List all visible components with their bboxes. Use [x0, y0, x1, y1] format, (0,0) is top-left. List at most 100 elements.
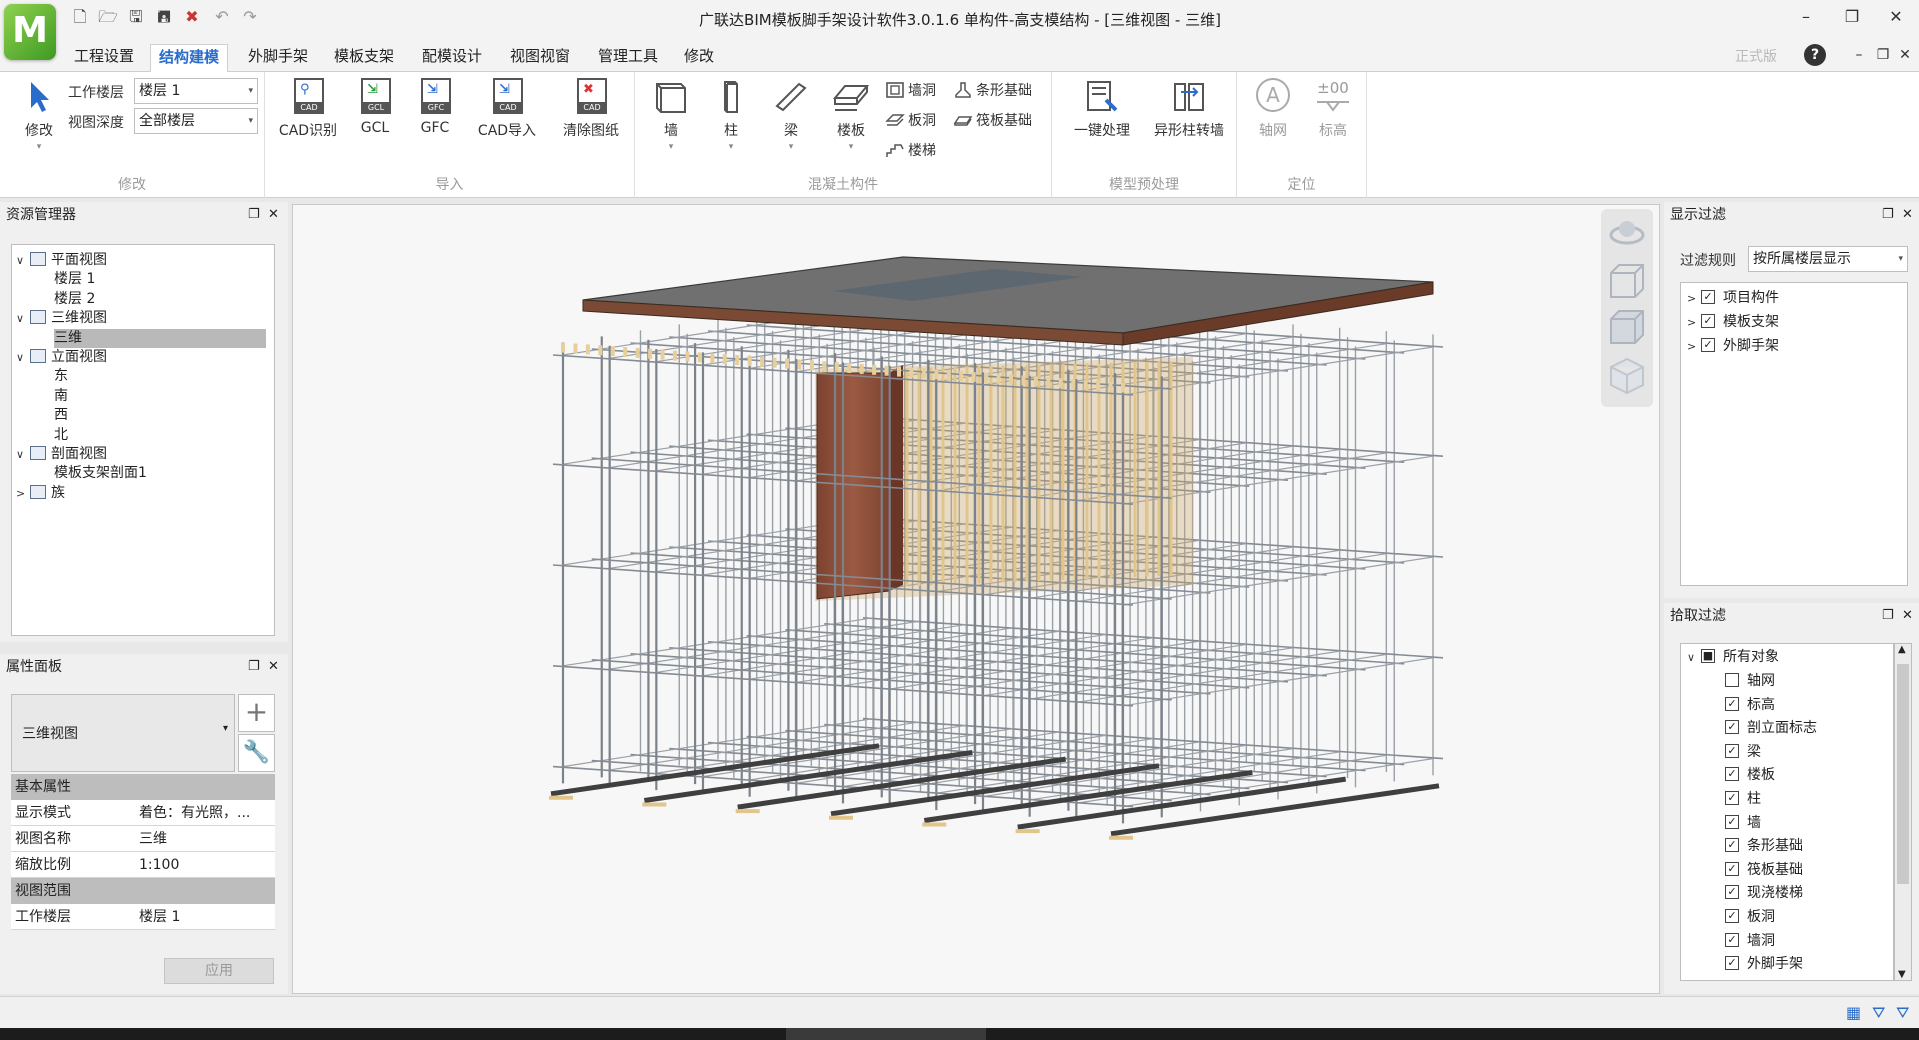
pick-filter-item[interactable]: ✓ 梁	[1725, 741, 1761, 763]
chevron-down-icon[interactable]: ∨	[1687, 647, 1701, 669]
pin-icon[interactable]: ❐	[1882, 603, 1894, 629]
ribbon-minimize-icon[interactable]: –	[1848, 44, 1870, 66]
slab-opening-button[interactable]: 板洞	[885, 110, 936, 134]
display-filter-item[interactable]: > ✓ 项目构件	[1687, 287, 1779, 309]
pick-filter-item[interactable]: ✓ 条形基础	[1725, 835, 1803, 857]
tab-modify[interactable]: 修改	[676, 44, 722, 70]
scrollbar-thumb[interactable]	[1897, 664, 1909, 884]
scroll-down-icon[interactable]: ▼	[1898, 969, 1906, 980]
cad-import-button[interactable]: ⇲ CAD CAD导入	[473, 78, 541, 156]
checkbox[interactable]: ✓	[1701, 314, 1715, 328]
chevron-right-icon[interactable]: >	[16, 484, 30, 503]
tab-view-window[interactable]: 视图视窗	[502, 44, 578, 70]
stair-button[interactable]: 楼梯	[885, 140, 936, 164]
pick-filter-item[interactable]: ✓ 墙洞	[1725, 930, 1775, 952]
wrench-icon[interactable]: 🔧	[238, 734, 275, 772]
pick-filter-item[interactable]: ✓ 柱	[1725, 788, 1761, 810]
checkbox[interactable]: ✓	[1725, 885, 1739, 900]
checkbox[interactable]	[1725, 673, 1739, 687]
minimize-icon[interactable]: –	[1786, 4, 1826, 30]
pin-icon[interactable]: ❐	[248, 654, 260, 680]
modify-button[interactable]: 修改 ▾	[8, 78, 70, 156]
axis-grid-button[interactable]: A 轴网	[1243, 78, 1303, 156]
pick-filter-item[interactable]: ✓ 剖立面标志	[1725, 717, 1817, 739]
pick-filter-item[interactable]: ✓ 现浇楼梯	[1725, 882, 1803, 904]
chevron-down-icon[interactable]: ∨	[16, 348, 30, 367]
checkbox[interactable]: ■	[1701, 649, 1715, 663]
raft-foundation-button[interactable]: 筏板基础	[953, 110, 1032, 134]
gcl-button[interactable]: ⇲ GCL GCL	[345, 78, 405, 156]
3d-viewport[interactable]	[292, 204, 1660, 994]
tab-management-tools[interactable]: 管理工具	[590, 44, 666, 70]
pick-filter-item[interactable]: ✓ 楼板	[1725, 764, 1775, 786]
one-click-process-button[interactable]: 一键处理	[1068, 78, 1136, 156]
type-selector[interactable]: 三维视图 ▾	[11, 694, 235, 772]
checkbox[interactable]: ✓	[1725, 720, 1739, 735]
close-icon[interactable]: ✕	[268, 202, 279, 228]
front-view-cube-icon[interactable]	[1610, 264, 1644, 298]
checkbox[interactable]: ✓	[1725, 767, 1739, 782]
chevron-down-icon[interactable]: ∨	[16, 251, 30, 270]
add-icon[interactable]: +	[238, 694, 275, 732]
restore-icon[interactable]: ❐	[1832, 4, 1872, 30]
undo-icon[interactable]: ↶	[212, 8, 232, 26]
app-logo[interactable]: M	[4, 4, 56, 60]
pick-filter-item[interactable]: ✓ 墙	[1725, 812, 1761, 834]
column-button[interactable]: 柱 ▾	[701, 78, 761, 156]
checkbox[interactable]: ✓	[1701, 338, 1715, 352]
close-project-icon[interactable]: ✖	[182, 8, 202, 26]
wall-button[interactable]: 墙 ▾	[641, 78, 701, 156]
checkbox[interactable]: ✓	[1701, 290, 1715, 304]
tab-project-settings[interactable]: 工程设置	[66, 44, 142, 70]
redo-icon[interactable]: ↷	[240, 8, 260, 26]
apply-button[interactable]: 应用	[164, 958, 274, 984]
gfc-button[interactable]: ⇲ GFC GFC	[405, 78, 465, 156]
pin-icon[interactable]: ❐	[1882, 202, 1894, 228]
tree-item[interactable]: ∨ 平面视图	[16, 251, 266, 270]
tree-item[interactable]: 楼层 1	[54, 270, 266, 289]
close-icon[interactable]: ✕	[1902, 202, 1913, 228]
pick-filter-item[interactable]: ✓ 板洞	[1725, 906, 1775, 928]
ribbon-restore-icon[interactable]: ❐	[1872, 44, 1894, 66]
tree-item[interactable]: 三维	[54, 328, 266, 348]
checkbox[interactable]: ✓	[1725, 956, 1739, 971]
pick-filter-item[interactable]: ✓ 外脚手架	[1725, 953, 1803, 975]
tree-item[interactable]: ∨ 剖面视图	[16, 445, 266, 464]
help-icon[interactable]: ?	[1804, 44, 1826, 66]
tab-formwork-support[interactable]: 模板支架	[326, 44, 402, 70]
filter-icon[interactable]: ⛛	[1872, 1003, 1885, 1023]
display-filter-item[interactable]: > ✓ 模板支架	[1687, 311, 1779, 333]
tree-item[interactable]: 南	[54, 387, 266, 406]
tree-item[interactable]: 楼层 2	[54, 290, 266, 309]
pick-filter-item[interactable]: ✓ 标高	[1725, 694, 1775, 716]
pick-mode-icon[interactable]: ▦	[1846, 1003, 1861, 1022]
work-floor-select[interactable]: 楼层 1 ▾	[134, 78, 258, 104]
view-depth-select[interactable]: 全部楼层 ▾	[134, 108, 258, 134]
checkbox[interactable]: ✓	[1725, 861, 1739, 876]
clear-drawing-button[interactable]: ✖ CAD 清除图纸	[555, 78, 627, 156]
tree-item[interactable]: ∨ 三维视图	[16, 309, 266, 328]
elevation-button[interactable]: ±00 标高	[1303, 78, 1363, 156]
save-icon[interactable]: 🖫	[126, 8, 146, 26]
checkbox[interactable]: ✓	[1725, 932, 1739, 947]
tree-item[interactable]: 北	[54, 426, 266, 445]
3d-model-scene[interactable]	[293, 205, 1660, 994]
pick-filter-item[interactable]: 轴网	[1725, 670, 1775, 692]
tree-item[interactable]: > 族	[16, 484, 266, 503]
pick-filter-root[interactable]: ∨ ■ 所有对象	[1687, 646, 1779, 668]
cad-recognize-button[interactable]: ⚲ CAD CAD识别	[275, 78, 341, 156]
strip-foundation-button[interactable]: 条形基础	[953, 80, 1032, 104]
checkbox[interactable]: ✓	[1725, 791, 1739, 805]
tab-structure-modeling[interactable]: 结构建模	[150, 44, 229, 73]
new-icon[interactable]: 🗋	[70, 8, 90, 26]
top-view-cube-icon[interactable]	[1610, 357, 1644, 395]
chevron-down-icon[interactable]: ∨	[16, 445, 30, 464]
property-row[interactable]: 工作楼层 楼层 1	[11, 904, 275, 930]
taskbar-active-item[interactable]	[786, 1028, 986, 1040]
tree-item[interactable]: 模板支架剖面1	[54, 464, 266, 483]
chevron-right-icon[interactable]: >	[1687, 336, 1701, 358]
chevron-right-icon[interactable]: >	[1687, 288, 1701, 310]
iso-view-cube-icon[interactable]	[1610, 310, 1644, 344]
pick-filter-item[interactable]: ✓ 筏板基础	[1725, 859, 1803, 881]
checkbox[interactable]: ✓	[1725, 838, 1739, 853]
